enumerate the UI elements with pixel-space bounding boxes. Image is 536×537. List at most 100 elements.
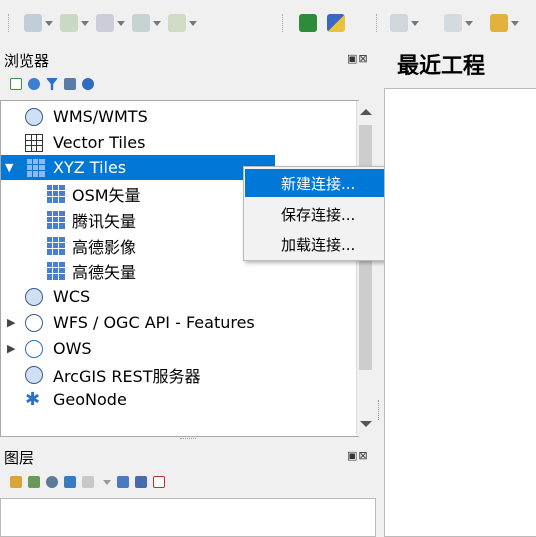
- globe-icon: [25, 365, 43, 384]
- add-group-icon[interactable]: [28, 476, 40, 488]
- expand-arrow-icon[interactable]: ▶: [7, 316, 15, 329]
- tree-item-label: WCS: [53, 287, 91, 306]
- tiles-icon: [47, 210, 65, 229]
- menu-item-label: 保存连接...: [281, 205, 356, 224]
- visibility-icon[interactable]: [46, 476, 58, 488]
- tree-item-wcs[interactable]: WCS: [1, 284, 359, 309]
- chevron-down-icon: [117, 20, 125, 26]
- scroll-down-icon[interactable]: [360, 421, 372, 427]
- collapse-all-icon[interactable]: [64, 78, 76, 90]
- expand-arrow-icon[interactable]: ▶: [7, 342, 15, 355]
- tree-item-label: 高德影像: [72, 237, 137, 257]
- tree-item-label: WFS / OGC API - Features: [53, 313, 255, 332]
- chevron-down-icon: [465, 20, 473, 26]
- measure-icon: [327, 14, 345, 32]
- tree-item-label: ArcGIS REST服务器: [53, 366, 201, 386]
- expand-all-icon[interactable]: [117, 476, 129, 488]
- collapse-all-icon[interactable]: [135, 476, 147, 488]
- globe-icon: [25, 339, 43, 358]
- browser-float-close-buttons[interactable]: ▣⊠: [347, 52, 369, 65]
- chevron-down-icon[interactable]: [103, 479, 111, 485]
- tree-item-label: GeoNode: [53, 390, 127, 409]
- select-icon: [390, 14, 408, 32]
- chevron-down-icon: [511, 20, 519, 26]
- tree-item-wfs[interactable]: ▶ WFS / OGC API - Features: [1, 310, 359, 335]
- edit-style-icon: [490, 14, 508, 32]
- add-raster-icon: [96, 14, 114, 32]
- tree-item-arcgis-rest[interactable]: ArcGIS REST服务器: [1, 362, 359, 387]
- tree-item-geonode[interactable]: ✱ GeoNode: [1, 387, 359, 412]
- measure-button[interactable]: [327, 12, 345, 34]
- chevron-down-icon: [45, 20, 53, 26]
- globe-icon: [25, 287, 43, 306]
- add-db-icon: [132, 14, 150, 32]
- recent-projects-title: 最近工程: [397, 53, 486, 79]
- menu-item-label: 加载连接...: [281, 235, 356, 254]
- select-button[interactable]: [390, 12, 419, 34]
- tree-item-label: XYZ Tiles: [53, 158, 127, 177]
- tiles-icon: [47, 236, 65, 255]
- tree-item-label: OSM矢量: [72, 185, 141, 205]
- tree-item-amap-vector[interactable]: 高德矢量: [1, 258, 359, 283]
- style-icon[interactable]: [10, 476, 22, 488]
- attribute-table-button[interactable]: [444, 12, 473, 34]
- globe-icon: [25, 313, 43, 332]
- tree-item-ows[interactable]: ▶ OWS: [1, 336, 359, 361]
- tree-item-vector-tiles[interactable]: Vector Tiles: [1, 130, 359, 155]
- remove-layer-icon[interactable]: [153, 476, 165, 488]
- add-raster-button[interactable]: [96, 12, 125, 34]
- panel-splitter[interactable]: [180, 438, 196, 441]
- add-web-button[interactable]: [168, 12, 197, 34]
- chevron-down-icon: [189, 20, 197, 26]
- geonode-icon: ✱: [25, 388, 41, 410]
- toolbar-grip[interactable]: [282, 14, 285, 32]
- add-vector-icon: [60, 14, 78, 32]
- scroll-up-icon[interactable]: [360, 109, 372, 115]
- layers-float-close-buttons[interactable]: ▣⊠: [347, 449, 369, 462]
- toolbar-grip[interactable]: [376, 14, 379, 32]
- chevron-down-icon: [411, 20, 419, 26]
- add-vector-button[interactable]: [60, 12, 89, 34]
- zoom-identify-icon: [299, 14, 317, 32]
- tree-item-label: 高德矢量: [72, 262, 137, 282]
- globe-icon: [25, 107, 43, 126]
- main-toolbar: [0, 0, 536, 44]
- tree-item-label: 腾讯矢量: [72, 211, 137, 231]
- browser-panel-title: 浏览器: [4, 52, 50, 70]
- attribute-table-icon: [444, 14, 462, 32]
- add-selected-icon[interactable]: [10, 78, 22, 90]
- grid-icon: [25, 133, 43, 152]
- filter-legend-icon[interactable]: [64, 476, 76, 488]
- browser-tree: WMS/WMTS Vector Tiles ▼ XYZ Tiles OSM矢量 …: [0, 100, 359, 437]
- add-db-button[interactable]: [132, 12, 161, 34]
- vertical-splitter[interactable]: [378, 400, 381, 420]
- edit-style-button[interactable]: [490, 12, 519, 34]
- zoom-identify-button[interactable]: [299, 12, 317, 34]
- add-web-icon: [168, 14, 186, 32]
- layers-panel-title: 图层: [4, 449, 35, 467]
- recent-projects-list[interactable]: [384, 88, 536, 537]
- browser-scrollbar[interactable]: [356, 101, 375, 435]
- tree-item-wms-wmts[interactable]: WMS/WMTS: [1, 104, 359, 129]
- info-icon[interactable]: [82, 78, 94, 90]
- new-layer-icon: [24, 14, 42, 32]
- tree-item-label: WMS/WMTS: [53, 107, 148, 126]
- browser-toolbar: [10, 78, 94, 90]
- toolbar-grip[interactable]: [8, 14, 11, 32]
- layers-toolbar: [10, 476, 165, 488]
- tree-item-xyz-tiles[interactable]: ▼ XYZ Tiles: [1, 155, 275, 180]
- layers-tree[interactable]: [0, 498, 376, 537]
- tree-item-label: OWS: [53, 339, 92, 358]
- tiles-icon: [47, 261, 65, 280]
- expression-filter-icon[interactable]: [82, 476, 94, 488]
- chevron-down-icon: [81, 20, 89, 26]
- menu-item-label: 新建连接...: [281, 174, 356, 193]
- filter-icon[interactable]: [46, 78, 58, 90]
- tiles-icon: [27, 158, 45, 177]
- tree-item-label: Vector Tiles: [53, 133, 146, 152]
- recent-projects-panel: 最近工程: [384, 44, 536, 537]
- chevron-down-icon: [153, 20, 161, 26]
- refresh-icon[interactable]: [28, 78, 40, 90]
- new-layer-button[interactable]: [24, 12, 53, 34]
- expand-arrow-icon[interactable]: ▼: [5, 161, 13, 174]
